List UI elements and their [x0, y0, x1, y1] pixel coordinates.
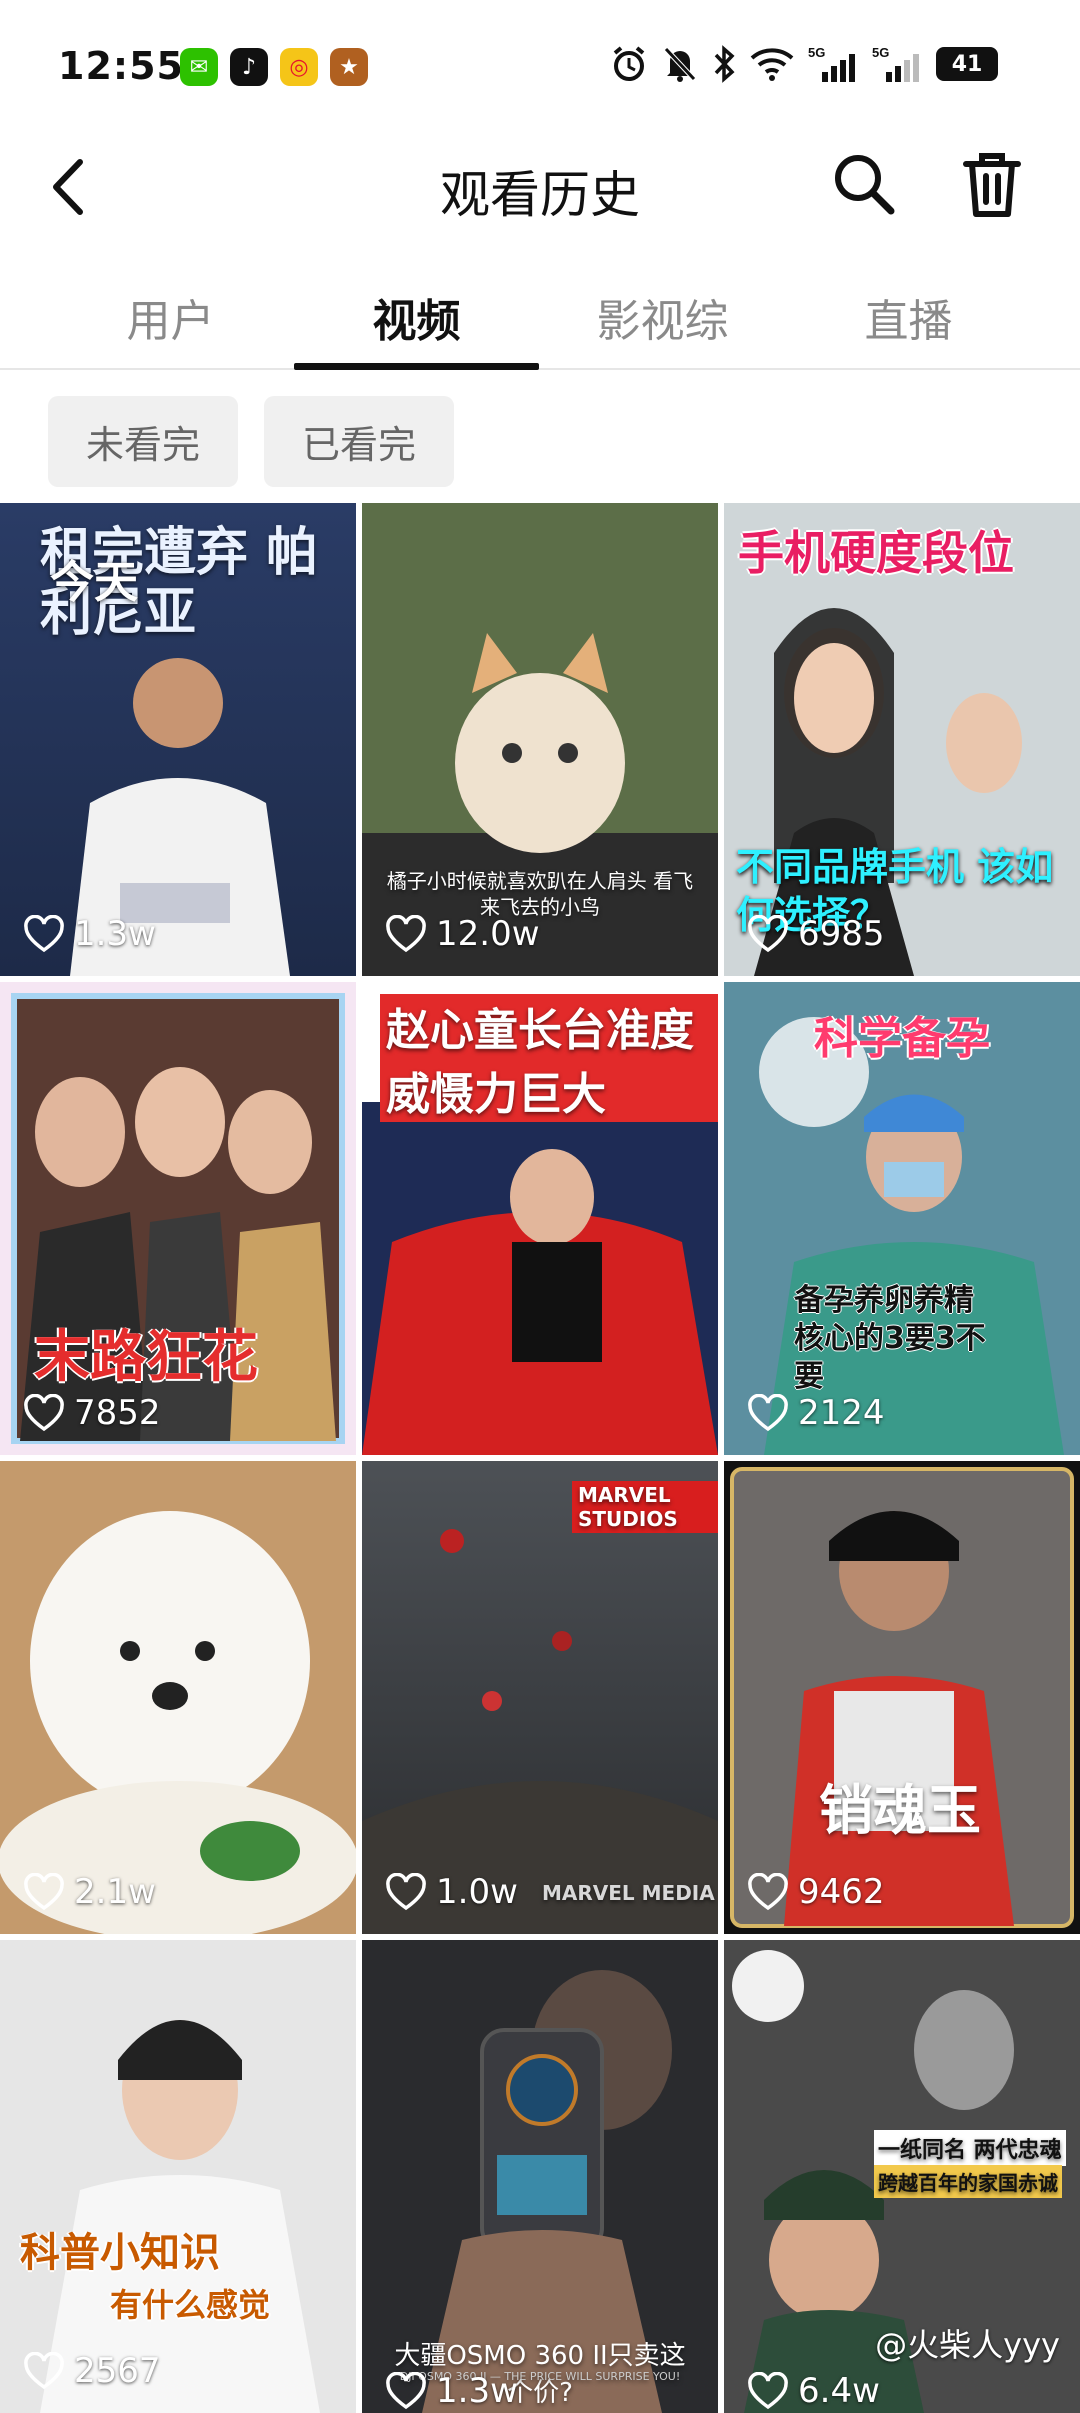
video-title: 末路狂花: [34, 1312, 258, 1393]
like-count-text: 1.0w: [436, 1872, 518, 1912]
heart-icon: [748, 1394, 788, 1432]
status-time: 12:55: [58, 44, 184, 88]
video-card[interactable]: 2.1w: [0, 1461, 356, 1934]
video-title: 销魂玉: [819, 1766, 981, 1845]
like-count-text: 6.4w: [798, 2371, 880, 2411]
like-count-text: 2124: [798, 1393, 885, 1433]
heart-icon: [24, 915, 64, 953]
like-count: 1.0w: [386, 1872, 518, 1912]
battery-indicator: 41: [936, 47, 998, 81]
video-card[interactable]: 销魂玉 9462: [724, 1461, 1080, 1934]
navigation-bar: 观看历史: [0, 130, 1080, 245]
like-count: 6.4w: [748, 2371, 880, 2411]
like-count-text: 1.3w: [74, 914, 156, 954]
svg-text:5G: 5G: [808, 45, 825, 60]
game-icon: ★: [330, 48, 368, 86]
page-title: 观看历史: [0, 155, 1080, 227]
heart-icon: [748, 915, 788, 953]
video-title: 一纸同名 两代忠魂: [874, 2130, 1066, 2166]
search-icon: [828, 148, 900, 220]
video-title: 赵心童长台准度 威慑力巨大: [380, 994, 718, 1122]
signal-5g-icon-1: 5G: [808, 44, 858, 84]
heart-icon: [386, 1873, 426, 1911]
video-thumbnail: [0, 1461, 356, 1934]
video-card[interactable]: 赵心童长台准度 威慑力巨大: [362, 982, 718, 1455]
tab-videos[interactable]: 视频: [294, 285, 539, 349]
like-count-text: 6985: [798, 914, 885, 954]
video-caption: MARVEL MEDIA: [542, 1881, 715, 1905]
tab-film-tv[interactable]: 影视综: [540, 285, 785, 349]
like-count-text: 7852: [74, 1393, 161, 1433]
like-count: 12.0w: [386, 914, 540, 954]
section-label-today: 今天: [50, 546, 138, 610]
video-thumbnail: [724, 1461, 1080, 1934]
like-count-text: 12.0w: [436, 914, 540, 954]
video-caption: 橘子小时候就喜欢趴在人肩头 看飞来飞去的小鸟: [382, 868, 698, 920]
weibo-icon: ◎: [280, 48, 318, 86]
mute-icon: [662, 44, 698, 84]
tab-users[interactable]: 用户: [48, 285, 293, 349]
like-count: 7852: [24, 1393, 161, 1433]
video-title: 手机硬度段位: [738, 517, 1014, 583]
watermark: @火柴人yyy: [875, 2320, 1060, 2366]
like-count: 2124: [748, 1393, 885, 1433]
like-count: 6985: [748, 914, 885, 954]
heart-icon: [24, 1394, 64, 1432]
tab-live[interactable]: 直播: [786, 285, 1031, 349]
heart-icon: [24, 1873, 64, 1911]
video-card[interactable]: 科学备孕 备孕养卵养精 核心的3要3不要 2124: [724, 982, 1080, 1455]
heart-icon: [748, 1873, 788, 1911]
video-title: 科学备孕: [814, 1002, 990, 1066]
trash-icon: [956, 148, 1028, 220]
video-card[interactable]: 末路狂花 7852: [0, 982, 356, 1455]
video-subtitle: 跨越百年的家国赤诚: [874, 2165, 1062, 2198]
like-count: 2.1w: [24, 1872, 156, 1912]
video-card[interactable]: 橘子小时候就喜欢趴在人肩头 看飞来飞去的小鸟 12.0w: [362, 503, 718, 976]
bluetooth-icon: [712, 44, 736, 84]
status-bar: 12:55 ✉ ♪ ◎ ★ 5G 5G 41: [0, 0, 1080, 130]
alarm-icon: [610, 44, 648, 84]
filter-finished[interactable]: 已看完: [264, 396, 454, 487]
video-card[interactable]: 手机硬度段位 不同品牌手机 该如何选择？ 6985: [724, 503, 1080, 976]
filter-unfinished[interactable]: 未看完: [48, 396, 238, 487]
active-tab-indicator: [294, 363, 539, 370]
search-button[interactable]: [828, 148, 900, 220]
system-icons: 5G 5G 41: [610, 44, 998, 84]
brand-label: MARVEL STUDIOS: [572, 1481, 718, 1533]
like-count-text: 2567: [74, 2351, 161, 2391]
like-count-text: 9462: [798, 1872, 885, 1912]
tab-bar: 用户 视频 影视综 直播: [0, 255, 1080, 370]
like-count-text: 2.1w: [74, 1872, 156, 1912]
video-card[interactable]: 科普小知识 有什么感觉 2567: [0, 1940, 356, 2413]
like-count: 1.3w: [24, 914, 156, 954]
video-thumbnail: [0, 1940, 356, 2413]
video-card[interactable]: MARVEL STUDIOS MARVEL MEDIA 1.0w: [362, 1461, 718, 1934]
heart-icon: [386, 915, 426, 953]
wifi-icon: [750, 44, 794, 84]
heart-icon: [24, 2352, 64, 2390]
like-count-text: 1.3w: [436, 2371, 518, 2411]
video-title: 科普小知识: [20, 2220, 220, 2278]
like-count: 9462: [748, 1872, 885, 1912]
like-count: 2567: [24, 2351, 161, 2391]
filter-chips: 未看完 已看完: [48, 396, 454, 487]
delete-button[interactable]: [956, 148, 1028, 220]
video-subtitle: 有什么感觉: [110, 2280, 270, 2326]
notification-app-icons: ✉ ♪ ◎ ★: [180, 48, 368, 86]
tiktok-icon: ♪: [230, 48, 268, 86]
signal-5g-icon-2: 5G: [872, 44, 922, 84]
svg-text:5G: 5G: [872, 45, 889, 60]
like-count: 1.3w: [386, 2371, 518, 2411]
video-subtitle: 备孕养卵养精 核心的3要3不要: [794, 1282, 1014, 1396]
video-card[interactable]: 大疆OSMO 360 II只卖这个价? DJI OSMO 360 II — TH…: [362, 1940, 718, 2413]
wechat-icon: ✉: [180, 48, 218, 86]
